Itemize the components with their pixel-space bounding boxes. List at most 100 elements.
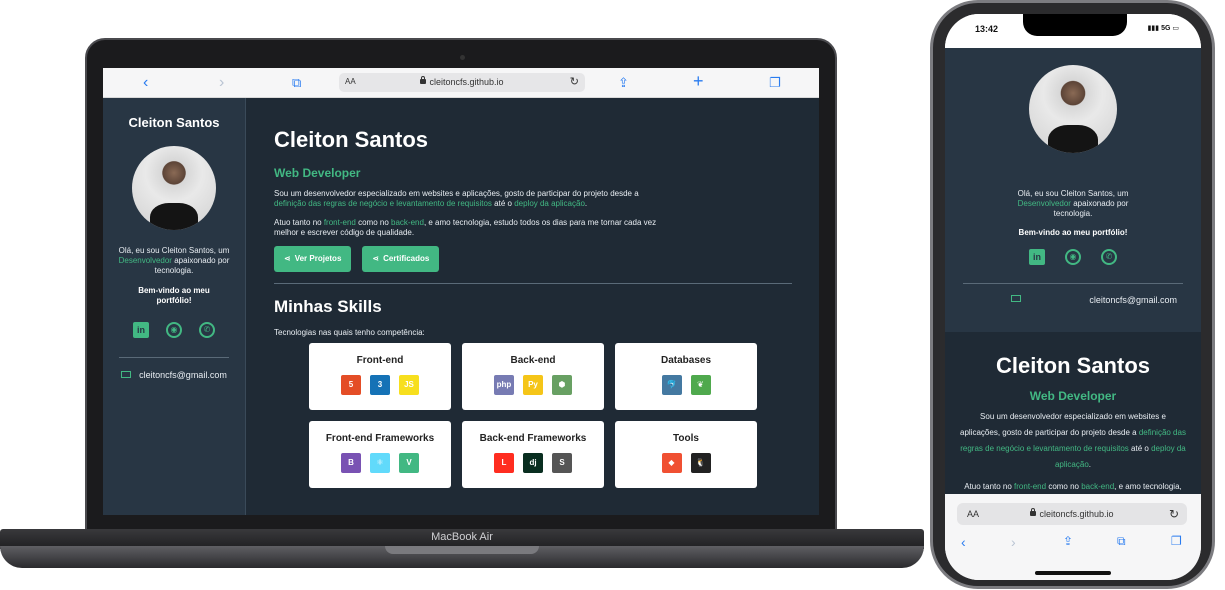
phone-paragraph-1: Sou um desenvolvedor especializado em we… [960,412,1186,469]
lock-icon [420,76,427,84]
browser-toolbar: ‹ › ⧉ AA cleitoncfs.github.io ↻ ⇪ + ❐ [103,68,819,98]
sidebar-name: Cleiton Santos [128,115,220,130]
phone-welcome: Bem-vindo ao meu portfólio! [1018,228,1128,237]
whatsapp-icon[interactable]: ✆ [199,322,215,338]
share-icon[interactable]: ⇪ [618,74,629,92]
skill-card-title: Front-end [356,355,404,366]
skills-grid: Front-end 5 3 JS Back-end php Py ⬢ Databases 🐬 ❦ Fr… [309,343,819,488]
envelope-icon [121,371,132,378]
skill-card: Tools ◆ 🐧 [615,421,757,488]
phone-email-row[interactable]: cleitoncfs@gmail.com [945,295,1201,305]
javascript-icon: JS [399,375,419,395]
phone-bio: Olá, eu sou Cleiton Santos, um Desenvolv… [1017,189,1129,218]
reload-icon[interactable]: ↻ [1169,507,1179,521]
react-icon: ⚛ [370,453,390,473]
chevron-right-icon[interactable]: › [1011,534,1016,550]
phone-avatar [1029,65,1117,153]
status-signal: ▮▮▮ 5G ▭ [1147,25,1179,32]
avatar [132,146,216,230]
home-indicator [1035,571,1111,575]
html5-icon: 5 [341,375,361,395]
phone-address-bar[interactable]: AA cleitoncfs.github.io ↻ [957,503,1187,525]
github-icon[interactable]: ◉ [1065,249,1081,265]
linux-icon: 🐧 [690,453,711,473]
skills-subtitle: Tecnologias nas quais tenho competência: [274,328,425,337]
skill-card: Back-end Frameworks Ldj S [462,421,604,488]
projects-button[interactable]: ⋖ Ver Projetos [274,246,352,272]
slim-icon: S [552,453,572,473]
sidebar-divider [119,357,229,358]
certificates-button[interactable]: ⋖ Certificados [362,246,440,272]
intro-paragraph-1: Sou um desenvolvedor especializado em we… [274,189,639,208]
device-mockup-stage: ‹ › ⧉ AA cleitoncfs.github.io ↻ ⇪ + ❐ Cl… [0,0,1225,590]
tabs-icon[interactable]: ❐ [769,74,781,92]
reload-icon[interactable]: ↻ [570,75,579,88]
linkedin-icon[interactable]: in [1029,249,1045,265]
nodejs-icon: ⬢ [552,375,572,395]
skill-icons: Ldj S [462,453,604,473]
css3-icon: 3 [370,375,390,395]
mongodb-icon: ❦ [690,375,711,395]
plus-icon[interactable]: + [693,72,704,90]
phone-social-links: in ◉ ✆ [945,249,1201,265]
chevron-left-icon[interactable]: ‹ [961,534,966,550]
skill-icons: B ⚛ V [309,453,451,473]
role-subtitle: Web Developer [274,166,361,180]
url-text: cleitoncfs.github.io [339,76,585,87]
mysql-icon: 🐬 [661,375,682,395]
main-content: Cleiton Santos Web Developer Sou um dese… [247,98,819,515]
sidebar-welcome: Bem-vindo ao meu portfólio! [138,286,210,305]
laravel-icon: L [494,453,514,473]
phone-url-text: cleitoncfs.github.io [957,508,1187,519]
sidebar-email[interactable]: cleitoncfs@gmail.com [103,370,245,380]
book-icon[interactable]: ⧉ [292,74,301,92]
php-icon: php [494,375,514,395]
main-divider [274,283,792,284]
phone-screen: 13:42 ▮▮▮ 5G ▭ Olá, eu sou Cleiton Santo… [945,14,1201,580]
envelope-icon [1011,295,1021,302]
laptop-screen: ‹ › ⧉ AA cleitoncfs.github.io ↻ ⇪ + ❐ Cl… [103,68,819,515]
skill-icons: ◆ 🐧 [615,453,757,473]
github-icon[interactable]: ◉ [166,322,182,338]
skill-icons: 5 3 JS [309,375,451,395]
intro-paragraph-2: Atuo tanto no front-end como no back-end… [274,218,657,237]
chevron-left-icon[interactable]: ‹ [143,74,148,92]
skill-card-title: Back-end [510,355,556,366]
phone-divider [963,283,1183,284]
linkedin-icon[interactable]: in [133,322,149,338]
bootstrap-icon: B [341,453,361,473]
skill-card-title: Databases [660,355,712,366]
phone-email: cleitoncfs@gmail.com [1089,295,1177,305]
sidebar: Cleiton Santos Olá, eu sou Cleiton Santo… [103,98,246,515]
skill-icons: php Py ⬢ [462,375,604,395]
skill-card-title: Tools [673,433,699,444]
skill-card-title: Back-end Frameworks [479,433,587,444]
python-icon: Py [523,375,543,395]
phone-title: Cleiton Santos [995,353,1150,378]
social-links: in ◉ ✆ [103,322,245,338]
laptop-label: MacBook Air [431,531,493,543]
git-icon: ◆ [661,453,682,473]
status-time: 13:42 [975,24,999,34]
book-icon[interactable]: ⧉ [1117,534,1126,549]
tabs-icon[interactable]: ❐ [1171,534,1182,548]
laptop-camera [460,55,465,60]
share-icon[interactable]: ⇪ [1063,534,1073,548]
skill-card: Databases 🐬 ❦ [615,343,757,410]
vue-icon: V [399,453,419,473]
page-title: Cleiton Santos [274,127,429,152]
sidebar-bio: Olá, eu sou Cleiton Santos, um Desenvolv… [118,246,230,275]
phone-role: Web Developer [1029,389,1117,403]
phone-browser-toolbar: AA cleitoncfs.github.io ↻ ‹ › ⇪ ⧉ ❐ [945,494,1201,580]
skill-card: Front-end 5 3 JS [309,343,451,410]
skill-card-title: Front-end Frameworks [325,433,435,444]
django-icon: dj [523,453,543,473]
whatsapp-icon[interactable]: ✆ [1101,249,1117,265]
share-nodes-icon: ⋖ [372,254,380,263]
skill-icons: 🐬 ❦ [615,375,757,395]
phone-main-section: Cleiton Santos Web Developer Sou um dese… [945,332,1201,516]
address-bar[interactable]: AA cleitoncfs.github.io ↻ [339,73,585,92]
chevron-right-icon[interactable]: › [219,74,224,92]
skill-card: Back-end php Py ⬢ [462,343,604,410]
cta-buttons: ⋖ Ver Projetos ⋖ Certificados [274,246,819,272]
